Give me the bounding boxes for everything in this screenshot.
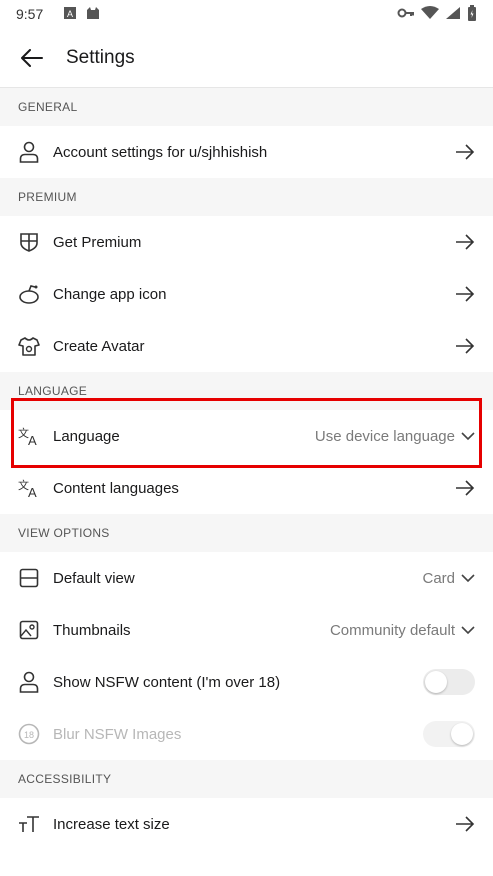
avatar-arrow-icon (455, 338, 475, 354)
account-settings-row[interactable]: Account settings for u/sjhhishish (0, 126, 493, 178)
back-arrow-icon[interactable] (16, 42, 48, 74)
battery-icon (467, 4, 477, 24)
language-value-text: Use device language (314, 427, 455, 445)
view-card-icon (18, 567, 40, 589)
toggle-knob (425, 671, 447, 693)
default-view-value-text: Card (422, 569, 455, 587)
app-bar: Settings (0, 28, 493, 88)
thumbnails-value-text: Community default (329, 621, 455, 639)
svg-text:A: A (28, 433, 37, 446)
change-app-icon-label: Change app icon (53, 285, 167, 303)
status-bar: 9:57 A (0, 0, 493, 28)
show-nsfw-toggle[interactable] (423, 669, 475, 695)
account-settings-label: Account settings for u/sjhhishish (53, 143, 268, 161)
user-icon (18, 671, 40, 693)
section-premium: PREMIUM (0, 178, 493, 216)
shield-icon (18, 231, 40, 253)
page-title: Settings (66, 46, 135, 68)
avatar-icon (18, 335, 40, 357)
blur-nsfw-label: Blur NSFW Images (53, 725, 182, 743)
create-avatar-label: Create Avatar (53, 337, 145, 355)
increase-text-label: Increase text size (53, 815, 170, 833)
thumbnails-value[interactable]: Community default (330, 622, 475, 639)
content-languages-arrow-icon (455, 480, 475, 496)
notification-cat-icon (85, 6, 101, 23)
show-nsfw-row[interactable]: Show NSFW content (I'm over 18) (0, 656, 493, 708)
key-icon (397, 6, 415, 22)
toggle-knob (451, 723, 473, 745)
signal-icon (445, 6, 461, 23)
svg-text:18: 18 (24, 730, 34, 740)
user-icon (18, 141, 40, 163)
change-icon-arrow-icon (455, 286, 475, 302)
status-right (397, 4, 477, 24)
default-view-value[interactable]: Card (422, 570, 475, 587)
show-nsfw-label: Show NSFW content (I'm over 18) (53, 673, 281, 691)
status-left: 9:57 A (16, 6, 101, 23)
chevron-down-icon (461, 428, 475, 445)
section-language: LANGUAGE (0, 372, 493, 410)
content-languages-label: Content languages (53, 479, 179, 497)
section-accessibility: ACCESSIBILITY (0, 760, 493, 798)
premium-arrow-icon (455, 234, 475, 250)
chevron-down-icon (461, 622, 475, 639)
get-premium-label: Get Premium (53, 233, 142, 251)
change-app-icon-row[interactable]: Change app icon (0, 268, 493, 320)
svg-text:A: A (28, 485, 37, 498)
status-time: 9:57 (16, 6, 44, 22)
show-nsfw-toggle-wrap (423, 669, 475, 695)
increase-text-row[interactable]: Increase text size (0, 798, 493, 850)
account-arrow-icon (455, 144, 475, 160)
text-size-icon (18, 813, 40, 835)
thumbnails-label: Thumbnails (53, 621, 131, 639)
get-premium-row[interactable]: Get Premium (0, 216, 493, 268)
increase-text-arrow-icon (455, 816, 475, 832)
translate-icon: 文A (18, 477, 40, 499)
default-view-label: Default view (53, 569, 135, 587)
18-badge-icon: 18 (18, 723, 40, 745)
reddit-alien-icon (18, 283, 40, 305)
create-avatar-row[interactable]: Create Avatar (0, 320, 493, 372)
language-label: Language (53, 427, 120, 445)
thumbnails-row[interactable]: Thumbnails Community default (0, 604, 493, 656)
default-view-row[interactable]: Default view Card (0, 552, 493, 604)
blur-nsfw-toggle-wrap (423, 721, 475, 747)
blur-nsfw-toggle (423, 721, 475, 747)
notification-a-icon: A (63, 6, 77, 23)
content-languages-row[interactable]: 文A Content languages (0, 462, 493, 514)
chevron-down-icon (461, 570, 475, 587)
language-row[interactable]: 文A Language Use device language (0, 410, 493, 462)
image-icon (18, 619, 40, 641)
language-value[interactable]: Use device language (315, 428, 475, 445)
blur-nsfw-row: 18 Blur NSFW Images (0, 708, 493, 760)
svg-text:A: A (67, 9, 73, 19)
translate-icon: 文A (18, 425, 40, 447)
section-general: GENERAL (0, 88, 493, 126)
wifi-icon (421, 5, 439, 23)
section-view-options: VIEW OPTIONS (0, 514, 493, 552)
